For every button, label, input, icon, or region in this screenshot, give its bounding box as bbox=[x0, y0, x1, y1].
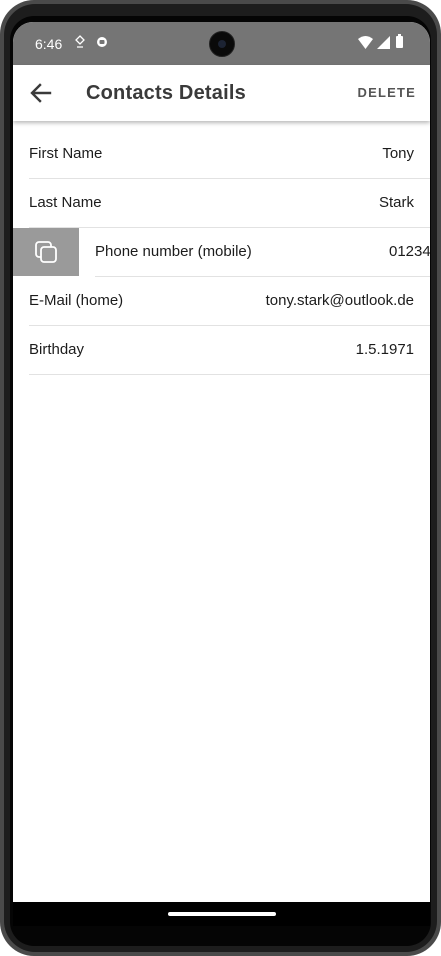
wifi-icon bbox=[358, 36, 373, 49]
row-value: 01234 bbox=[389, 243, 430, 260]
front-camera bbox=[209, 31, 235, 57]
page-title: Contacts Details bbox=[86, 82, 246, 104]
list-item-birthday[interactable]: Birthday 1.5.1971 bbox=[29, 326, 430, 375]
row-label: Phone number (mobile) bbox=[95, 243, 252, 260]
row-label: Birthday bbox=[29, 341, 85, 358]
back-button[interactable] bbox=[25, 79, 57, 107]
arrow-back-icon bbox=[30, 83, 52, 103]
navigation-bar bbox=[13, 902, 430, 926]
app-bar: Contacts Details DELETE bbox=[13, 65, 430, 121]
gesture-handle[interactable] bbox=[168, 912, 276, 916]
row-label: Last Name bbox=[29, 194, 102, 211]
row-value: Stark bbox=[378, 194, 414, 211]
notification-icon bbox=[75, 35, 85, 48]
signal-icon bbox=[377, 36, 390, 49]
delete-button[interactable]: DELETE bbox=[358, 85, 416, 100]
copy-icon bbox=[35, 241, 57, 263]
list-item-email[interactable]: E-Mail (home) tony.stark@outlook.de bbox=[29, 277, 430, 326]
copy-action-button[interactable] bbox=[13, 228, 79, 276]
status-bar: 6:46 bbox=[13, 22, 430, 65]
row-value: Tony bbox=[382, 145, 414, 162]
list-item-phone-swiped[interactable]: Phone number (mobile) 01234 bbox=[13, 228, 430, 277]
sync-icon bbox=[97, 37, 107, 47]
battery-icon bbox=[396, 34, 403, 48]
list-item-first-name[interactable]: First Name Tony bbox=[29, 130, 430, 179]
row-value: 1.5.1971 bbox=[355, 341, 414, 358]
swiped-row-body[interactable]: Phone number (mobile) 01234 bbox=[95, 228, 430, 277]
row-value: tony.stark@outlook.de bbox=[265, 292, 414, 309]
status-time: 6:46 bbox=[35, 36, 63, 52]
row-label: E-Mail (home) bbox=[29, 292, 124, 309]
phone-screen: 6:46 Contacts Details DELETE First Name bbox=[13, 22, 430, 926]
list-item-last-name[interactable]: Last Name Stark bbox=[29, 179, 430, 228]
row-label: First Name bbox=[29, 145, 103, 162]
contact-details-list: First Name Tony Last Name Stark Phone nu… bbox=[13, 130, 430, 375]
